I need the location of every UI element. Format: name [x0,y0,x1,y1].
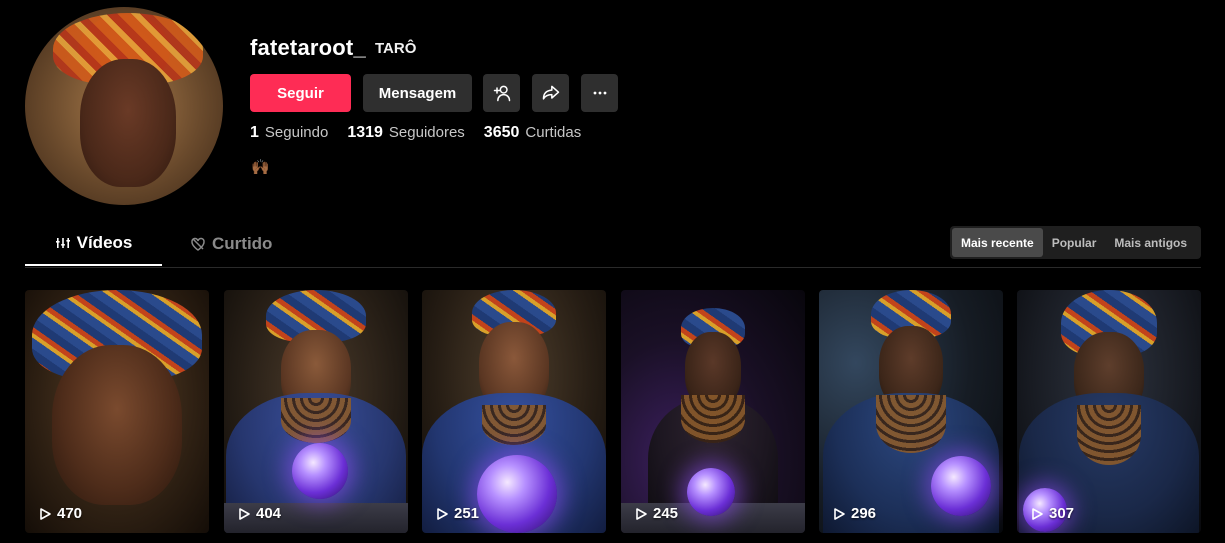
sort-recent[interactable]: Mais recente [952,228,1043,257]
video-view-count: 307 [1030,505,1074,522]
video-card[interactable]: 470 [25,290,209,533]
profile-bio: 🙌🏾 [251,159,270,176]
video-thumbnail-beads [281,398,351,443]
video-views: 296 [851,505,877,522]
following-label: Seguindo [264,124,329,141]
video-thumbnail-beads [681,395,745,443]
video-card[interactable]: 307 [1017,290,1201,533]
share-button[interactable] [532,74,569,112]
video-view-count: 404 [237,505,281,522]
profile-avatar[interactable] [25,7,223,205]
video-card[interactable]: 251 [422,290,606,533]
play-icon [1032,507,1043,520]
sort-oldest[interactable]: Mais antigos [1105,228,1196,257]
video-thumbnail-orb [292,443,348,499]
video-thumbnail-beads [482,405,546,445]
video-card[interactable]: 245 [621,290,805,533]
profile-username: fatetaroot_ [250,35,366,60]
video-views: 245 [653,505,679,522]
more-icon [593,91,606,95]
likes-label: Curtidas [525,124,582,141]
following-stat[interactable]: 1 Seguindo [250,124,328,142]
following-count: 1 [250,124,259,141]
video-grid: 470 404 251 245 296 307 [25,290,1201,533]
video-view-count: 296 [832,505,876,522]
video-thumbnail-beads [876,395,946,453]
videos-icon [55,238,70,248]
video-thumbnail-beads [1077,405,1141,465]
play-icon [834,507,845,520]
video-thumbnail-orb [687,468,735,516]
tab-liked-label: Curtido [212,234,273,253]
likes-stat: 3650 Curtidas [484,124,581,142]
share-icon [542,85,559,100]
tab-videos-label: Vídeos [76,233,133,252]
video-view-count: 245 [634,505,678,522]
avatar-face [80,59,176,187]
video-views: 404 [256,505,282,522]
sort-popular[interactable]: Popular [1043,228,1106,257]
video-card[interactable]: 296 [819,290,1003,533]
video-views: 470 [57,505,83,522]
profile-stats: 1 Seguindo 1319 Seguidores 3650 Curtidas [250,124,600,142]
video-view-count: 251 [435,505,479,522]
followers-count: 1319 [347,124,383,141]
profile-nickname: TARÔ [375,40,417,57]
video-view-count: 470 [38,505,82,522]
followers-stat[interactable]: 1319 Seguidores [347,124,464,142]
tab-liked[interactable]: Curtido [190,222,285,266]
more-button[interactable] [581,74,618,112]
liked-icon [191,237,205,251]
add-friend-button[interactable] [483,74,520,112]
follow-button[interactable]: Seguir [250,74,351,112]
play-icon [40,507,51,520]
add-friend-icon [493,85,510,102]
followers-label: Seguidores [388,124,465,141]
sort-selector: Mais recente Popular Mais antigos [950,226,1201,259]
likes-count: 3650 [483,124,520,141]
play-icon [239,507,250,520]
video-thumbnail-face [52,345,182,505]
play-icon [437,507,448,520]
video-thumbnail-orb [931,456,991,516]
video-views: 251 [454,505,480,522]
message-button[interactable]: Mensagem [363,74,472,112]
video-thumbnail-orb [477,455,557,533]
video-views: 307 [1049,505,1075,522]
play-icon [636,507,647,520]
tab-videos[interactable]: Vídeos [25,222,162,266]
video-card[interactable]: 404 [224,290,408,533]
